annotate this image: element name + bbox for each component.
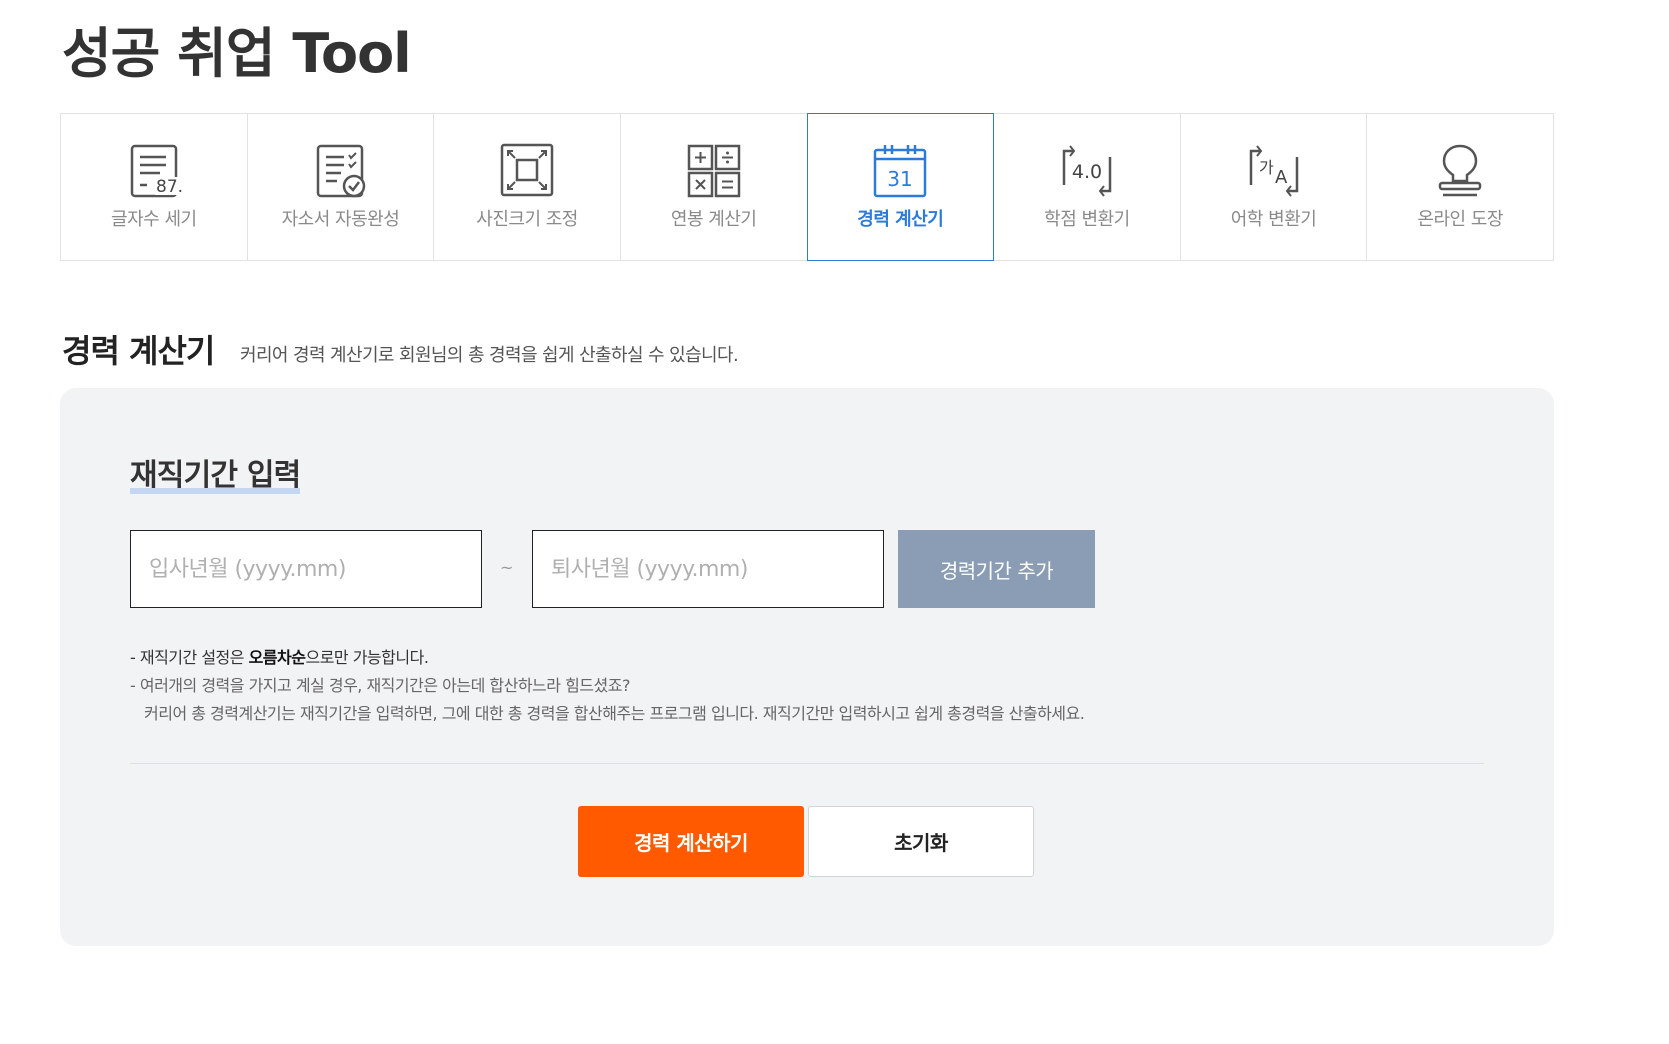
document-count-icon: 87.. (130, 144, 183, 198)
tool-tab-label: 온라인 도장 (1417, 209, 1503, 230)
tool-tab-grade-converter[interactable]: 4.0 학점 변환기 (994, 114, 1181, 260)
grade-convert-icon: 4.0 (1062, 145, 1112, 197)
tool-tab-online-stamp[interactable]: 온라인 도장 (1367, 114, 1554, 260)
tool-tab-label: 글자수 세기 (111, 209, 197, 230)
employment-period-heading: 재직기간 입력 (130, 456, 301, 496)
page-title: 성공 취업 Tool (62, 22, 412, 85)
tool-tab-label: 사진크기 조정 (476, 209, 578, 230)
calculator-icon (687, 144, 740, 198)
note-order: - 재직기간 설정은 오름차순으로만 가능합니다. (130, 644, 1084, 672)
divider (130, 763, 1484, 764)
tool-tab-career-calculator[interactable]: 31 경력 계산기 (806, 113, 995, 261)
add-period-button[interactable]: 경력기간 추가 (898, 530, 1095, 608)
note-order-suffix: 으로만 가능합니다. (305, 648, 429, 667)
calendar-icon: 31 (874, 145, 927, 198)
tool-tab-character-count[interactable]: 87.. 글자수 세기 (61, 114, 248, 260)
icon-grade-text: 4.0 (1072, 161, 1102, 183)
resize-icon (500, 143, 554, 197)
tool-tab-label: 자소서 자동완성 (281, 209, 400, 230)
note-multiple-careers: - 여러개의 경력을 가지고 계실 경우, 재직기간은 아는데 합산하느라 힘드… (130, 676, 630, 695)
date-range-separator: ~ (500, 558, 514, 577)
tool-tab-language-converter[interactable]: 가 A 어학 변환기 (1181, 114, 1368, 260)
employment-period-heading-text: 재직기간 입력 (130, 458, 301, 493)
document-check-icon (317, 144, 366, 198)
note-order-prefix: - 재직기간 설정은 (130, 648, 249, 667)
tool-tabs: 87.. 글자수 세기 자소서 자동완성 (60, 113, 1554, 261)
section-title: 경력 계산기 (62, 332, 215, 370)
stamp-icon (1438, 144, 1482, 197)
note-program-description: 커리어 총 경력계산기는 재직기간을 입력하면, 그에 대한 총 경력을 합산해… (144, 704, 1085, 723)
career-calculator-panel: 재직기간 입력 ~ 경력기간 추가 - 재직기간 설정은 오름차순으로만 가능합… (60, 388, 1554, 946)
language-convert-icon: 가 A (1249, 145, 1298, 197)
tool-tab-label: 경력 계산기 (857, 209, 944, 230)
tool-tab-label: 어학 변환기 (1230, 209, 1317, 230)
note-order-emphasis: 오름차순 (248, 648, 306, 667)
icon-lang-en: A (1275, 167, 1288, 188)
icon-lang-ko: 가 (1259, 158, 1274, 177)
tool-tab-label: 연봉 계산기 (670, 209, 757, 230)
tool-tab-label: 학점 변환기 (1044, 209, 1130, 230)
tool-tab-photo-resize[interactable]: 사진크기 조정 (434, 114, 621, 260)
start-date-input[interactable] (130, 530, 482, 608)
end-date-input[interactable] (532, 530, 884, 608)
tool-tab-salary-calculator[interactable]: 연봉 계산기 (621, 114, 808, 260)
icon-count-text: 87.. (156, 177, 183, 197)
section-description: 커리어 경력 계산기로 회원님의 총 경력을 쉽게 산출하실 수 있습니다. (240, 345, 739, 366)
reset-button[interactable]: 초기화 (808, 806, 1034, 877)
usage-notes: - 재직기간 설정은 오름차순으로만 가능합니다. - 여러개의 경력을 가지고… (130, 644, 1085, 728)
calculate-career-button[interactable]: 경력 계산하기 (578, 806, 804, 877)
icon-calendar-day: 31 (888, 167, 913, 191)
tool-tab-cover-letter[interactable]: 자소서 자동완성 (248, 114, 435, 260)
